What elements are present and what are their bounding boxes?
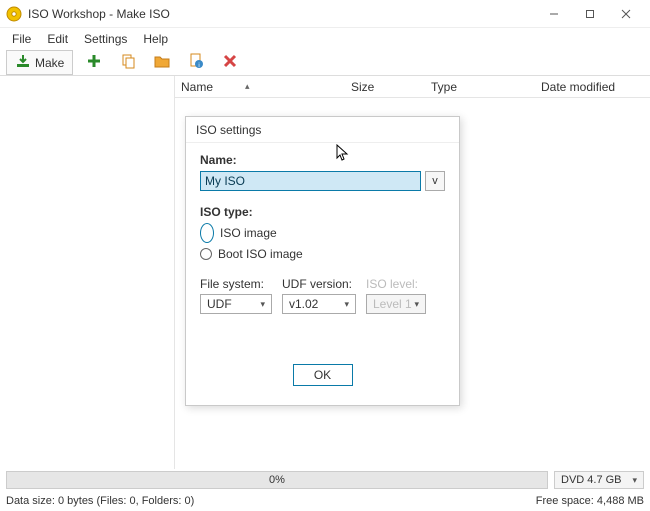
chevron-down-icon: ▾ [260,299,265,310]
menu-edit[interactable]: Edit [39,30,76,48]
chevron-down-icon: ▾ [632,475,637,486]
file-info-button[interactable]: i [183,50,209,75]
window-buttons [536,2,644,26]
status-data-size: Data size: 0 bytes (Files: 0, Folders: 0… [6,495,536,507]
window-title: ISO Workshop - Make ISO [28,7,536,21]
sort-asc-icon: ▴ [245,81,250,92]
minimize-button[interactable] [536,2,572,26]
filesystem-label: File system: [200,277,272,291]
make-icon [15,53,31,72]
ok-button[interactable]: OK [293,364,353,386]
make-button[interactable]: Make [6,50,73,75]
add-button[interactable] [81,50,107,75]
tree-sidebar[interactable] [0,76,175,469]
progress-bar: 0% [6,471,548,489]
paste-button[interactable] [115,50,141,75]
open-folder-button[interactable] [149,50,175,75]
menu-file[interactable]: File [4,30,39,48]
iso-settings-dialog: ISO settings Name: v ISO type: ISO image… [185,116,460,406]
delete-button[interactable] [217,50,243,75]
column-type[interactable]: Type [421,80,531,94]
maximize-button[interactable] [572,2,608,26]
chevron-down-icon: ▾ [414,299,419,310]
iso-type-label: ISO type: [200,205,445,219]
name-label: Name: [200,153,445,167]
iso-level-label: ISO level: [366,277,426,291]
menu-help[interactable]: Help [135,30,176,48]
svg-text:i: i [199,63,200,69]
menubar: File Edit Settings Help [0,28,650,50]
titlebar: ISO Workshop - Make ISO [0,0,650,28]
progress-text: 0% [269,474,285,486]
make-label: Make [35,56,64,70]
radio-iso-image[interactable]: ISO image [200,223,445,243]
radio-boot-iso-image[interactable]: Boot ISO image [200,247,445,261]
column-size[interactable]: Size [351,80,421,94]
menu-settings[interactable]: Settings [76,30,135,48]
dialog-title: ISO settings [186,117,459,143]
radio-selected-icon [200,223,214,243]
udf-version-label: UDF version: [282,277,356,291]
bottom-bar: 0% DVD 4.7 GB▾ [0,469,650,491]
iso-level-select: Level 1▾ [366,294,426,314]
statusbar: Data size: 0 bytes (Files: 0, Folders: 0… [0,491,650,511]
filesystem-select[interactable]: UDF▾ [200,294,272,314]
close-button[interactable] [608,2,644,26]
app-icon [6,6,22,22]
name-input[interactable] [200,171,421,191]
plus-icon [86,53,102,72]
udf-version-select[interactable]: v1.02▾ [282,294,356,314]
chevron-down-icon: ▾ [344,299,349,310]
status-free-space: Free space: 4,488 MB [536,495,644,507]
file-info-icon: i [188,53,204,72]
x-icon [222,53,238,72]
column-date[interactable]: Date modified [531,80,650,94]
radio-unselected-icon [200,248,212,260]
copy-icon [120,53,136,72]
column-headers: Name▴ Size Type Date modified [175,76,650,98]
toolbar: Make i [0,50,650,76]
name-history-button[interactable]: v [425,171,445,191]
folder-icon [154,53,170,72]
disc-size-select[interactable]: DVD 4.7 GB▾ [554,471,644,489]
column-name[interactable]: Name▴ [181,80,351,94]
